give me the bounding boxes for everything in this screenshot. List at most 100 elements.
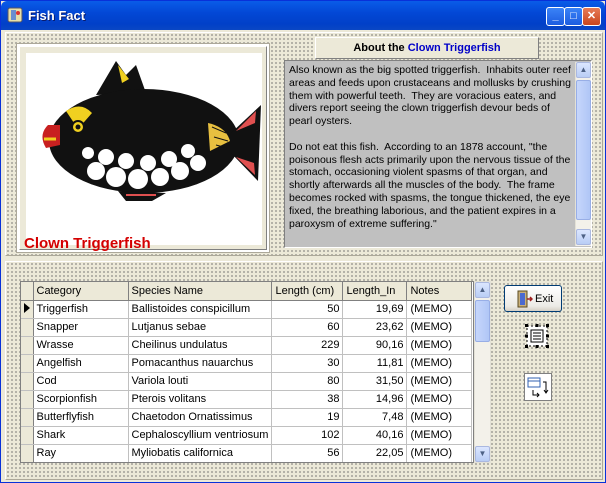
cell-notes[interactable]: (MEMO)	[406, 408, 473, 427]
cell-species[interactable]: Pterois volitans	[128, 390, 273, 409]
cell-species[interactable]: Myliobatis californica	[128, 444, 273, 462]
cell-length-in[interactable]: 19,69	[342, 300, 408, 319]
title-bar[interactable]: Fish Fact _ □ ✕	[1, 1, 605, 30]
cell-length-cm[interactable]: 19	[271, 408, 344, 427]
notes-text[interactable]: Also known as the big spotted triggerfis…	[287, 63, 575, 245]
column-header-species[interactable]: Species Name	[128, 282, 273, 301]
cell-category[interactable]: Triggerfish	[33, 300, 129, 319]
fish-image-bevel: Clown Triggerfish	[19, 46, 267, 252]
cell-length-in[interactable]: 22,05	[342, 444, 408, 462]
about-header: About the Clown Triggerfish	[315, 37, 539, 59]
cell-notes[interactable]: (MEMO)	[406, 426, 473, 445]
table-row[interactable]: Shark Cephaloscyllium ventriosum 102 40,16(…	[21, 426, 473, 445]
table-row[interactable]: Ray Myliobatis californica 56 22,05 (MEMO)	[21, 444, 473, 462]
row-indicator[interactable]	[21, 390, 34, 409]
scroll-down-icon[interactable]: ▼	[576, 229, 591, 245]
cell-length-in[interactable]: 23,62	[342, 318, 408, 337]
exit-button[interactable]: Exit	[504, 285, 562, 312]
cell-species[interactable]: Lutjanus sebae	[128, 318, 273, 337]
cell-category[interactable]: Wrasse	[33, 336, 129, 355]
header-indicator	[21, 282, 34, 301]
grid-header-row: Category Species Name Length (cm) Length…	[21, 282, 473, 301]
grid-scroll-up-icon[interactable]: ▲	[475, 282, 490, 298]
notes-memo[interactable]: Also known as the big spotted triggerfis…	[284, 60, 592, 248]
minimize-button[interactable]: _	[546, 7, 565, 26]
cell-length-in[interactable]: 7,48	[342, 408, 408, 427]
app-window: Fish Fact _ □ ✕ Clown Triggerfish About …	[0, 0, 606, 483]
close-button[interactable]: ✕	[582, 7, 601, 26]
cell-length-in[interactable]: 40,16	[342, 426, 408, 445]
cell-category[interactable]: Snapper	[33, 318, 129, 337]
row-indicator[interactable]	[21, 300, 34, 319]
cell-length-cm[interactable]: 30	[271, 354, 344, 373]
fish-data-grid[interactable]: Category Species Name Length (cm) Length…	[20, 281, 474, 463]
cell-species[interactable]: Chaetodon Ornatissimus	[128, 408, 273, 427]
cell-length-in[interactable]: 31,50	[342, 372, 408, 391]
table-row[interactable]: Scorpionfish Pterois volitans 38 14,96 (MEMO…	[21, 390, 473, 409]
table-row[interactable]: Angelfish Pomacanthus nauarchus 30 11,81 (ME…	[21, 354, 473, 373]
grid-scroll-thumb[interactable]	[475, 300, 490, 342]
cell-category[interactable]: Scorpionfish	[33, 390, 129, 409]
cell-species[interactable]: Variola louti	[128, 372, 273, 391]
cell-category[interactable]: Cod	[33, 372, 129, 391]
cell-notes[interactable]: (MEMO)	[406, 390, 473, 409]
table-link-icon[interactable]	[524, 373, 552, 401]
cell-notes[interactable]: (MEMO)	[406, 300, 473, 319]
cell-length-cm[interactable]: 80	[271, 372, 344, 391]
row-indicator[interactable]	[21, 354, 34, 373]
cell-category[interactable]: Shark	[33, 426, 129, 445]
row-indicator[interactable]	[21, 336, 34, 355]
fish-image-frame: Clown Triggerfish	[16, 43, 270, 253]
column-header-length-in[interactable]: Length_In	[342, 282, 408, 301]
notes-scrollbar[interactable]: ▲ ▼	[575, 62, 591, 246]
table-row[interactable]: Butterflyfish Chaetodon Ornatissimus 19 7,4…	[21, 408, 473, 427]
cell-category[interactable]: Ray	[33, 444, 129, 462]
table-row[interactable]: Wrasse Cheilinus undulatus 229 90,16 (MEMO)	[21, 336, 473, 355]
cell-species[interactable]: Cheilinus undulatus	[128, 336, 273, 355]
exit-label: Exit	[535, 293, 554, 305]
grid-scroll-down-icon[interactable]: ▼	[475, 446, 490, 462]
column-header-notes[interactable]: Notes	[406, 282, 473, 301]
table-row[interactable]: Snapper Lutjanus sebae 60 23,62 (MEMO)	[21, 318, 473, 337]
cell-length-cm[interactable]: 229	[271, 336, 344, 355]
window-title: Fish Fact	[28, 8, 86, 23]
cell-length-cm[interactable]: 60	[271, 318, 344, 337]
cell-notes[interactable]: (MEMO)	[406, 318, 473, 337]
table-row[interactable]: Triggerfish Ballistoides conspicillum 50 19…	[21, 300, 473, 319]
row-indicator[interactable]	[21, 318, 34, 337]
cell-species[interactable]: Ballistoides conspicillum	[128, 300, 273, 319]
cell-category[interactable]: Angelfish	[33, 354, 129, 373]
cell-notes[interactable]: (MEMO)	[406, 354, 473, 373]
fish-info-panel: Clown Triggerfish About the Clown Trigge…	[5, 32, 603, 256]
database-navigator-icon[interactable]	[524, 323, 550, 349]
cell-category[interactable]: Butterflyfish	[33, 408, 129, 427]
cell-species[interactable]: Pomacanthus nauarchus	[128, 354, 273, 373]
cell-notes[interactable]: (MEMO)	[406, 444, 473, 462]
column-header-length-cm[interactable]: Length (cm)	[271, 282, 344, 301]
scroll-up-icon[interactable]: ▲	[576, 62, 591, 78]
row-indicator[interactable]	[21, 372, 34, 391]
row-indicator[interactable]	[21, 426, 34, 445]
table-row[interactable]: Cod Variola louti 80 31,50 (MEMO)	[21, 372, 473, 391]
cell-length-cm[interactable]: 50	[271, 300, 344, 319]
grid-scrollbar[interactable]: ▲ ▼	[474, 281, 491, 463]
cell-length-in[interactable]: 90,16	[342, 336, 408, 355]
row-indicator[interactable]	[21, 444, 34, 462]
cell-length-cm[interactable]: 102	[271, 426, 344, 445]
clown-triggerfish-picture	[42, 61, 261, 201]
fish-caption: Clown Triggerfish	[24, 235, 151, 252]
column-header-category[interactable]: Category	[33, 282, 129, 301]
cell-length-cm[interactable]: 38	[271, 390, 344, 409]
cell-length-cm[interactable]: 56	[271, 444, 344, 462]
row-indicator[interactable]	[21, 408, 34, 427]
scroll-thumb[interactable]	[576, 80, 591, 220]
cell-species[interactable]: Cephaloscyllium ventriosum	[128, 426, 273, 445]
door-icon	[517, 290, 533, 308]
cell-length-in[interactable]: 11,81	[342, 354, 408, 373]
grid-table: Category Species Name Length (cm) Length…	[21, 282, 473, 462]
cell-length-in[interactable]: 14,96	[342, 390, 408, 409]
maximize-button[interactable]: □	[564, 7, 583, 26]
fish-grid-panel: Category Species Name Length (cm) Length…	[5, 261, 603, 480]
cell-notes[interactable]: (MEMO)	[406, 372, 473, 391]
cell-notes[interactable]: (MEMO)	[406, 336, 473, 355]
